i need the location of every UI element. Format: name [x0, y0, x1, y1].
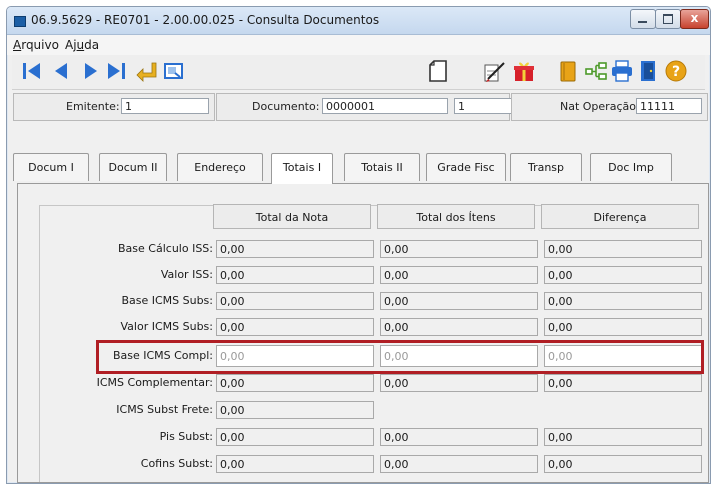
value-cell: 0,00	[216, 374, 374, 392]
menu-arquivo[interactable]: Arquivo	[13, 38, 59, 52]
value-cell: 0,00	[380, 266, 538, 284]
nat-operacao-field[interactable]: 11111	[636, 98, 702, 114]
row-label: Base Cálculo ISS:	[118, 242, 213, 255]
value-cell: 0,00	[216, 266, 374, 284]
window-title: 06.9.5629 - RE0701 - 2.00.00.025 - Consu…	[31, 13, 380, 27]
book-icon[interactable]	[556, 59, 580, 83]
value-cell: 0,00	[380, 240, 538, 258]
tab-totais-ii[interactable]: Totais II	[344, 153, 420, 181]
documento-group: Documento: 0000001 1	[216, 93, 560, 121]
documento-field[interactable]: 0000001	[322, 98, 448, 114]
close-icon: x	[690, 11, 699, 25]
value-cell: 0,00	[380, 455, 538, 473]
nat-operacao-label: Nat Operação:	[560, 100, 640, 113]
row-label: Valor ISS:	[160, 268, 213, 281]
emitente-group: Emitente: 1	[13, 93, 215, 121]
edit-pen-icon[interactable]	[482, 59, 510, 83]
value-cell: 0,00	[544, 240, 702, 258]
value-cell: 0,00	[380, 374, 538, 392]
help-icon[interactable]: ?	[664, 59, 688, 83]
toolbar: ?	[12, 55, 705, 90]
print-icon[interactable]	[610, 59, 634, 83]
nat-operacao-group: Nat Operação: 11111	[511, 93, 708, 121]
emitente-label: Emitente:	[66, 100, 120, 113]
search-zoom-icon[interactable]	[162, 59, 186, 83]
value-cell: 0,00	[380, 318, 538, 336]
col-total-nota: Total da Nota	[213, 204, 371, 229]
value-cell: 0,00	[216, 455, 374, 473]
tab-totais-i[interactable]: Totais I	[271, 153, 333, 184]
blank-page-icon[interactable]	[426, 59, 450, 83]
document-header: Emitente: 1 Documento: 0000001 1 Nat Ope…	[13, 93, 708, 127]
value-cell: 0,00	[216, 292, 374, 310]
maximize-button[interactable]	[655, 9, 681, 29]
col-total-itens: Total dos Ítens	[377, 204, 535, 229]
row-label: Valor ICMS Subs:	[120, 320, 214, 333]
next-record-icon[interactable]	[78, 59, 102, 83]
tab-doc-imp[interactable]: Doc Imp	[590, 153, 672, 181]
value-cell: 0,00	[544, 292, 702, 310]
value-cell: 0,00	[380, 428, 538, 446]
close-button[interactable]: x	[680, 9, 709, 29]
tab-docum-ii[interactable]: Docum II	[99, 153, 167, 181]
menu-ajuda[interactable]: Ajuda	[65, 38, 99, 52]
last-record-icon[interactable]	[104, 59, 128, 83]
svg-text:?: ?	[672, 64, 680, 80]
goto-record-icon[interactable]	[134, 59, 158, 83]
menu-arquivo-accelerator: A	[13, 38, 22, 52]
value-cell: 0,00	[216, 401, 374, 419]
menu-bar: Arquivo Ajuda	[7, 35, 710, 55]
tab-docum-i[interactable]: Docum I	[13, 153, 89, 181]
value-cell: 0,00	[544, 374, 702, 392]
exit-door-icon[interactable]	[636, 59, 660, 83]
tab-endereco[interactable]: Endereço	[177, 153, 263, 181]
tree-icon[interactable]	[584, 59, 608, 83]
title-bar: 06.9.5629 - RE0701 - 2.00.00.025 - Consu…	[7, 7, 710, 35]
value-cell: 0,00	[544, 428, 702, 446]
tab-strip: Docum I Docum II Endereço Totais I Totai…	[13, 153, 706, 184]
value-cell: 0,00	[544, 455, 702, 473]
maximize-icon	[663, 14, 673, 24]
col-diferenca: Diferença	[541, 204, 699, 229]
emitente-field[interactable]: 1	[121, 98, 209, 114]
value-cell: 0,00	[544, 266, 702, 284]
minimize-button[interactable]	[630, 9, 656, 29]
row-label: ICMS Complementar:	[96, 376, 213, 389]
row-label: ICMS Subst Frete:	[116, 403, 213, 416]
first-record-icon[interactable]	[20, 59, 44, 83]
highlight-box	[96, 340, 704, 374]
row-label: Cofins Subst:	[140, 457, 213, 470]
row-label: Base ICMS Subs:	[121, 294, 213, 307]
row-label: Pis Subst:	[159, 430, 213, 443]
gift-icon[interactable]	[512, 59, 536, 83]
value-cell: 0,00	[216, 318, 374, 336]
value-cell: 0,00	[380, 292, 538, 310]
minimize-icon	[638, 21, 647, 23]
value-cell: 0,00	[216, 240, 374, 258]
tab-transp[interactable]: Transp	[510, 153, 582, 181]
value-cell: 0,00	[544, 318, 702, 336]
documento-label: Documento:	[252, 100, 320, 113]
menu-ajuda-accelerator: u	[76, 38, 85, 52]
value-cell: 0,00	[216, 428, 374, 446]
tab-grade-fisc[interactable]: Grade Fisc	[426, 153, 506, 181]
previous-record-icon[interactable]	[50, 59, 74, 83]
app-icon	[14, 16, 26, 27]
